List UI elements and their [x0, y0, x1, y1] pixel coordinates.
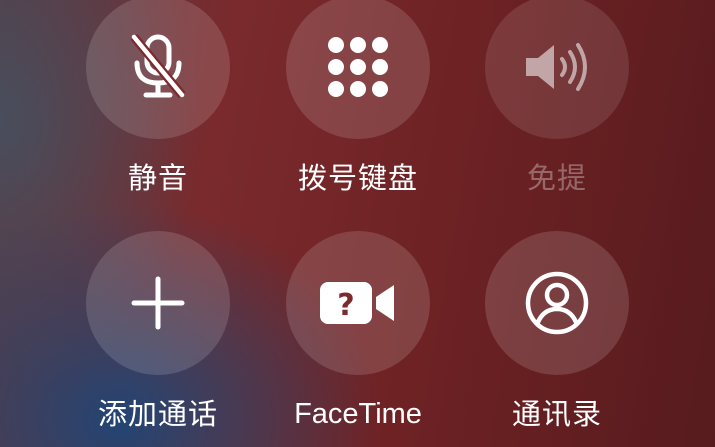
contacts-circle[interactable] [485, 231, 629, 375]
speaker-circle[interactable] [485, 0, 629, 139]
add-call-circle[interactable] [86, 231, 230, 375]
facetime-label: FaceTime [294, 398, 422, 430]
add-call-label: 添加通话 [97, 397, 218, 431]
keypad-label: 拨号键盘 [297, 161, 418, 195]
person-circle-icon [524, 270, 590, 336]
video-question-icon: ? [318, 278, 398, 328]
facetime-button[interactable]: ? FaceTime [283, 231, 433, 431]
speaker-label: 免提 [526, 161, 587, 195]
keypad-grid-icon [326, 35, 390, 99]
mute-button[interactable]: 静音 [83, 0, 233, 195]
call-controls-grid: 静音 拨号键盘 免提 添加通话 ? FaceTime 通讯录 [0, 0, 715, 447]
svg-text:?: ? [337, 288, 354, 323]
speaker-wave-icon [522, 41, 592, 93]
plus-icon [131, 276, 185, 330]
speaker-button[interactable]: 免提 [482, 0, 632, 195]
mute-circle[interactable] [86, 0, 230, 139]
keypad-button[interactable]: 拨号键盘 [283, 0, 433, 195]
add-call-button[interactable]: 添加通话 [83, 231, 233, 431]
microphone-slash-icon [130, 33, 186, 101]
mute-label: 静音 [127, 161, 188, 195]
facetime-circle[interactable]: ? [286, 231, 430, 375]
keypad-circle[interactable] [286, 0, 430, 139]
contacts-button[interactable]: 通讯录 [482, 231, 632, 431]
contacts-label: 通讯录 [511, 397, 602, 431]
